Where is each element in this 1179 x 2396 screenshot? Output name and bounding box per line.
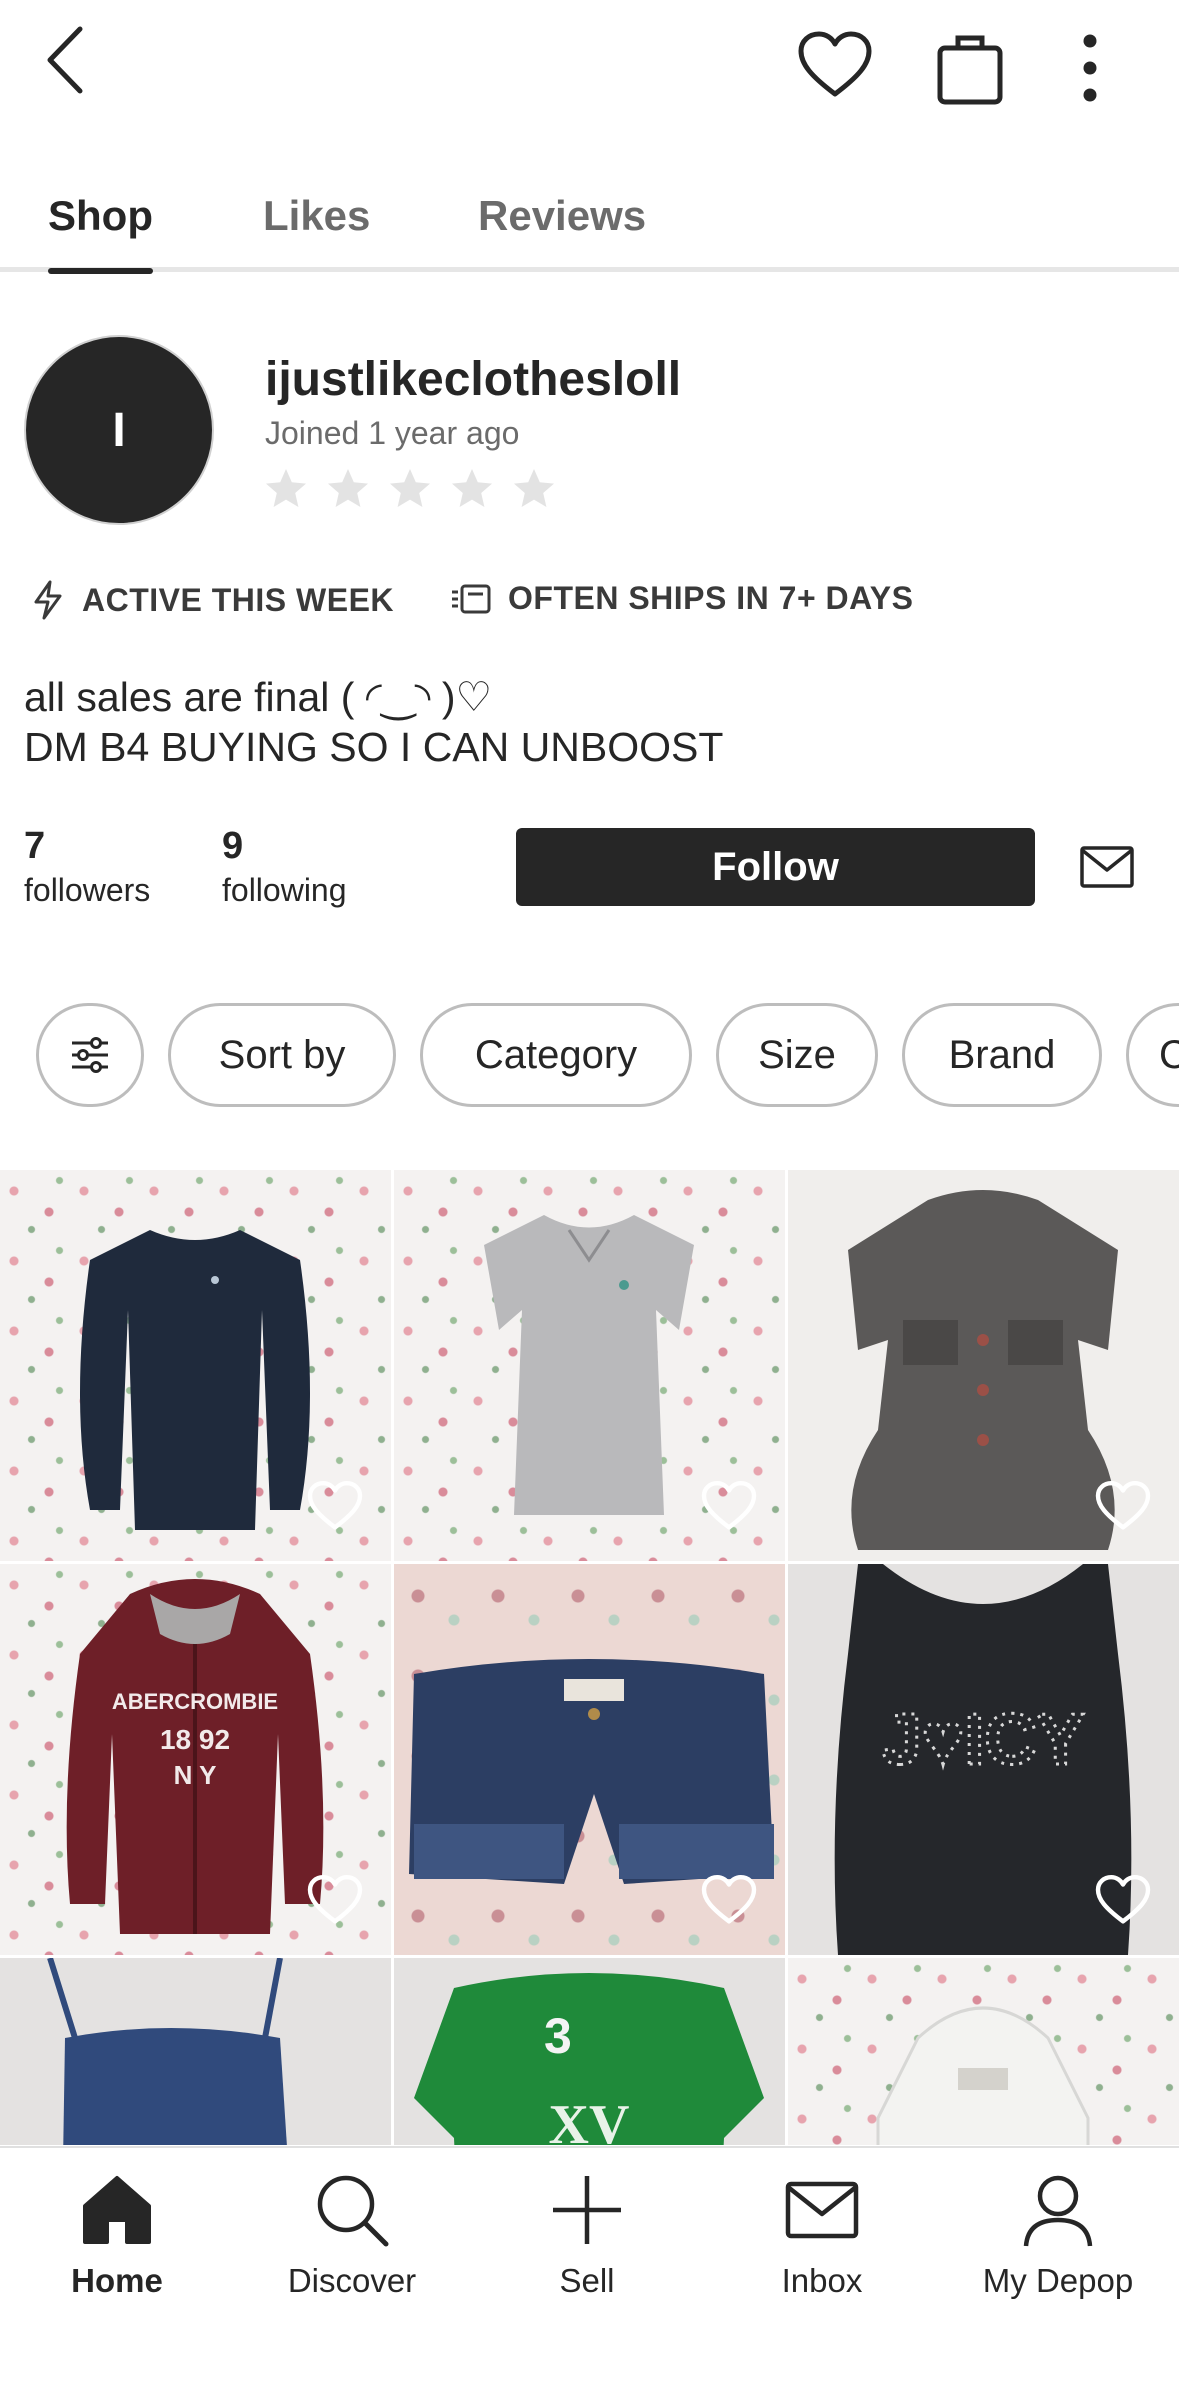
product-tile[interactable] [0, 1958, 391, 2145]
nav-discover-label: Discover [287, 2262, 417, 2299]
following-stat[interactable]: 9 following [222, 825, 347, 909]
heart-icon[interactable] [1095, 1481, 1151, 1531]
product-image [876, 2006, 1090, 2145]
avatar-initial: I [112, 403, 126, 457]
filter-settings-chip[interactable] [36, 1003, 144, 1107]
svg-text:ABERCROMBIE: ABERCROMBIE [112, 1689, 278, 1714]
product-tile[interactable] [394, 1170, 785, 1561]
svg-text:18 92: 18 92 [160, 1724, 230, 1755]
search-icon [317, 2175, 389, 2247]
bio-line-1: all sales are final ( ◜‿◝ )♡ [24, 674, 493, 720]
nav-my-depop[interactable]: My Depop [958, 2170, 1158, 2300]
heart-icon[interactable] [1095, 1875, 1151, 1925]
shipping-badge: OFTEN SHIPS IN 7+ DAYS [450, 580, 913, 617]
star-icon [328, 469, 368, 507]
tab-shop[interactable]: Shop [48, 192, 153, 274]
save-seller-button[interactable] [790, 25, 880, 105]
nav-home-label: Home [71, 2262, 163, 2299]
nav-inbox[interactable]: Inbox [722, 2170, 922, 2300]
svg-text:3: 3 [544, 2008, 572, 2064]
product-tile[interactable] [788, 1170, 1179, 1561]
user-icon [1023, 2175, 1093, 2247]
svg-text:N Y: N Y [174, 1760, 217, 1790]
bio: all sales are final ( ◜‿◝ )♡ DM B4 BUYIN… [24, 672, 723, 772]
star-icon [390, 469, 430, 507]
nav-my-depop-label: My Depop [982, 2262, 1134, 2299]
following-label: following [222, 872, 347, 908]
product-grid: ABERCROMBIE 18 92 N Y J♥ICY 3 XV [0, 1170, 1179, 2145]
message-seller-button[interactable] [1075, 838, 1139, 896]
heart-icon[interactable] [701, 1481, 757, 1531]
envelope-icon [1080, 846, 1134, 888]
active-badge-label: ACTIVE THIS WEEK [82, 581, 395, 618]
sliders-icon [72, 1037, 108, 1073]
shipping-box-icon [452, 584, 491, 613]
chevron-left-icon [47, 26, 83, 94]
svg-text:XV: XV [549, 2094, 630, 2145]
nav-inbox-label: Inbox [781, 2262, 863, 2299]
nav-discover[interactable]: Discover [252, 2170, 452, 2300]
product-tile[interactable] [788, 1958, 1179, 2145]
star-icon [266, 469, 306, 507]
shipping-badge-label: OFTEN SHIPS IN 7+ DAYS [508, 580, 914, 616]
product-tile[interactable]: 3 XV [394, 1958, 785, 2145]
product-tile[interactable] [394, 1564, 785, 1955]
sort-by-chip[interactable]: Sort by [168, 1003, 396, 1107]
size-chip[interactable]: Size [716, 1003, 878, 1107]
nav-home[interactable]: Home [17, 2170, 217, 2300]
tab-reviews[interactable]: Reviews [478, 192, 646, 264]
bag-button[interactable] [925, 25, 1015, 110]
filter-bar: Sort by Category Size Brand Condition [0, 1000, 1179, 1112]
joined-date: Joined 1 year ago [265, 415, 520, 451]
more-options-button[interactable] [1050, 25, 1130, 110]
more-vertical-icon [1083, 34, 1097, 101]
plus-icon [553, 2176, 621, 2244]
top-bar [0, 0, 1179, 140]
envelope-icon [785, 2181, 859, 2239]
product-tile[interactable]: ABERCROMBIE 18 92 N Y [0, 1564, 391, 1955]
shopping-bag-icon [937, 35, 1003, 104]
nav-sell-label: Sell [559, 2262, 615, 2299]
lightning-icon [34, 580, 62, 620]
heart-icon[interactable] [701, 1875, 757, 1925]
product-image: 3 XV [414, 1973, 764, 2145]
condition-chip[interactable]: Condition [1126, 1003, 1179, 1107]
followers-stat[interactable]: 7 followers [24, 825, 150, 909]
back-button[interactable] [30, 20, 100, 100]
bio-line-2: DM B4 BUYING SO I CAN UNBOOST [24, 724, 724, 770]
brand-chip[interactable]: Brand [902, 1003, 1102, 1107]
follow-button[interactable]: Follow [516, 828, 1035, 906]
followers-count: 7 [24, 825, 46, 867]
rating-stars[interactable] [262, 465, 558, 513]
nav-sell[interactable]: Sell [487, 2170, 687, 2300]
avatar: I [24, 335, 214, 525]
star-icon [514, 469, 554, 507]
heart-icon [798, 31, 872, 97]
active-badge: ACTIVE THIS WEEK [30, 580, 394, 620]
product-image [47, 1958, 287, 2145]
star-icon [452, 469, 492, 507]
category-chip[interactable]: Category [420, 1003, 692, 1107]
username: ijustlikeclothesloll [265, 353, 682, 406]
svg-text:J♥ICY: J♥ICY [882, 1700, 1085, 1780]
tab-likes[interactable]: Likes [263, 192, 370, 264]
heart-icon[interactable] [307, 1481, 363, 1531]
followers-label: followers [24, 872, 151, 908]
profile-tabs: Shop Likes Reviews [0, 180, 1179, 274]
following-count: 9 [222, 825, 244, 867]
product-tile[interactable] [0, 1170, 391, 1561]
bottom-navigation: Home Discover Sell Inbox My Depop [0, 2146, 1179, 2396]
product-tile[interactable]: J♥ICY [788, 1564, 1179, 1955]
home-icon [83, 2176, 151, 2244]
heart-icon[interactable] [307, 1875, 363, 1925]
